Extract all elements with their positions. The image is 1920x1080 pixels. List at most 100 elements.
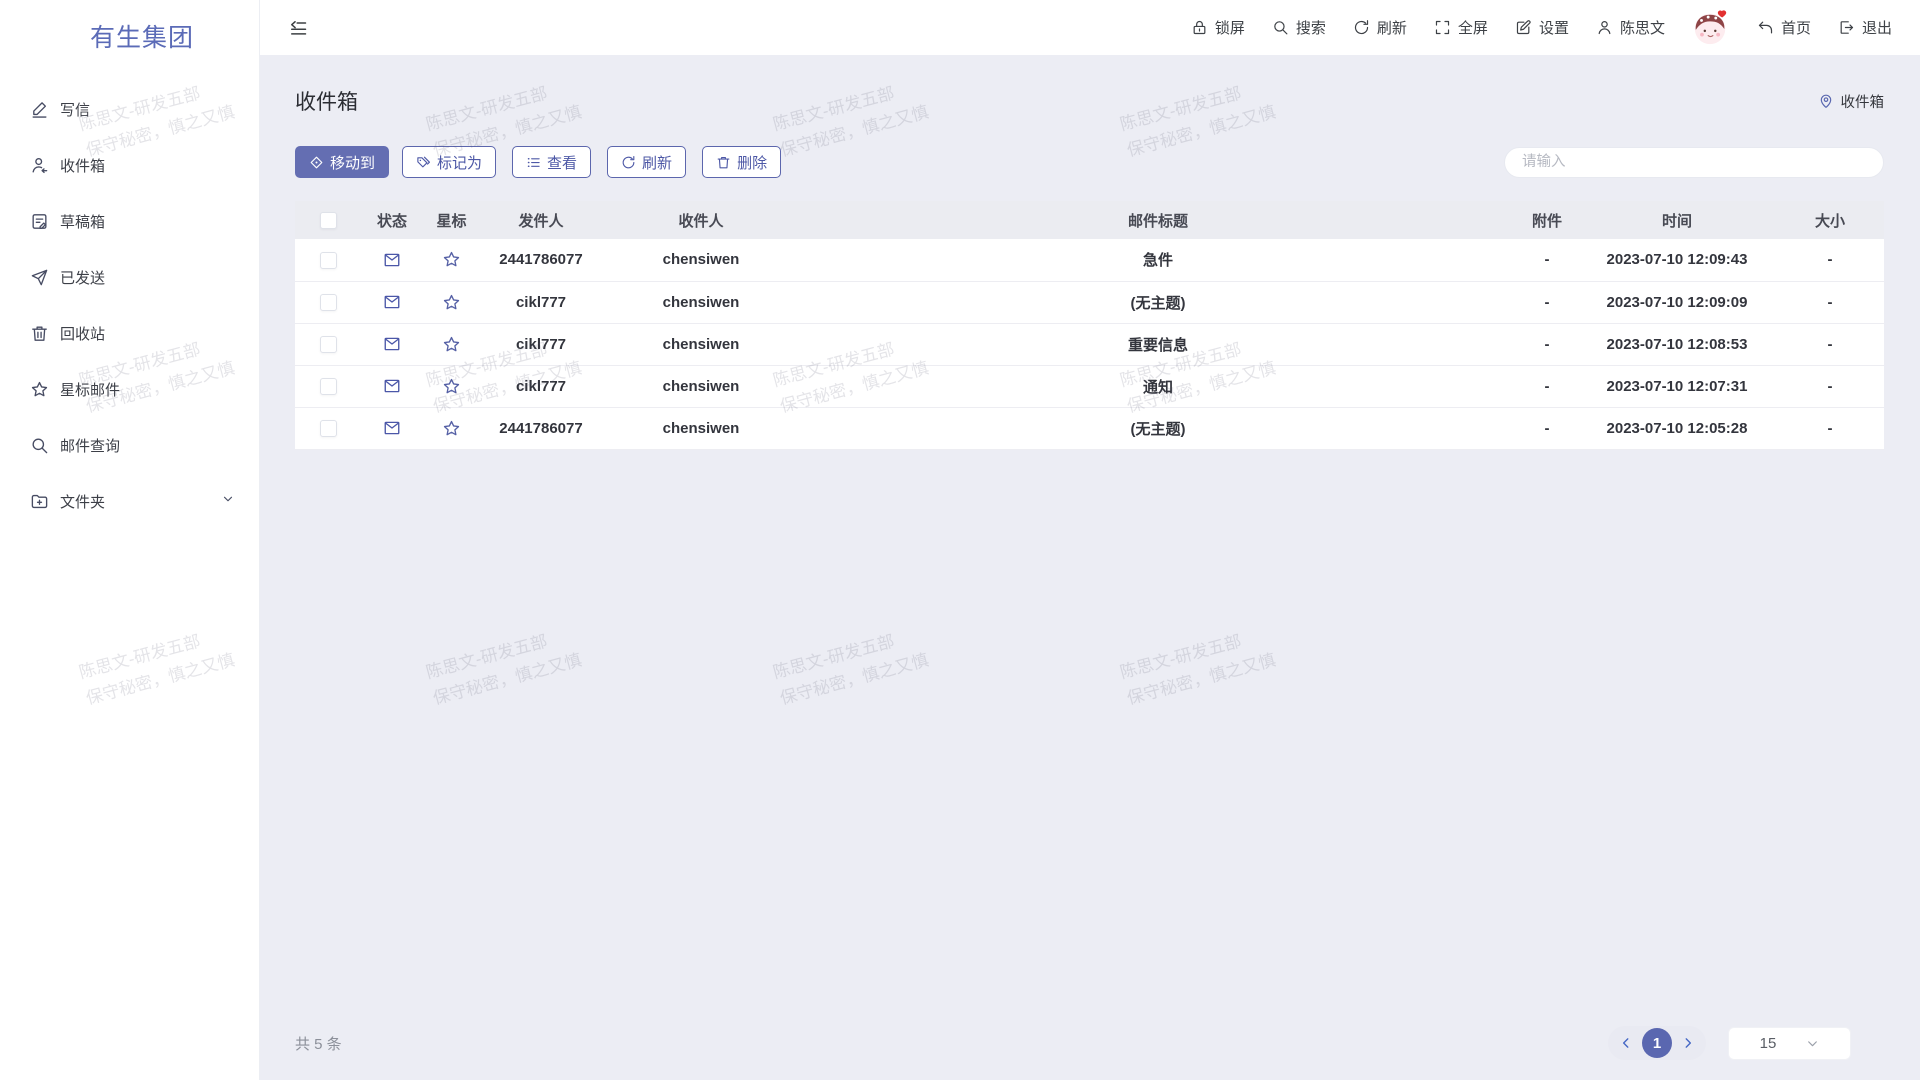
cell-subject[interactable]: (无主题)	[800, 407, 1516, 449]
cell-size: -	[1776, 407, 1884, 449]
row-checkbox[interactable]	[320, 420, 337, 437]
current-user[interactable]: 陈思文	[1596, 17, 1665, 38]
select-all-checkbox[interactable]	[320, 212, 337, 229]
star-icon[interactable]	[442, 335, 461, 354]
page-title: 收件箱	[295, 86, 358, 116]
user-icon	[1596, 19, 1613, 36]
sidebar-item-starred[interactable]: 星标邮件	[0, 361, 259, 417]
file-edit-icon	[30, 212, 49, 231]
sidebar-item-sent[interactable]: 已发送	[0, 249, 259, 305]
sidebar-item-trash[interactable]: 回收站	[0, 305, 259, 361]
cell-subject[interactable]: (无主题)	[800, 281, 1516, 323]
table-row[interactable]: 2441786077 chensiwen 急件 - 2023-07-10 12:…	[295, 239, 1884, 281]
toolbar: 移动到 标记为 查看 刷新 删除	[295, 146, 1884, 178]
logout-icon	[1838, 19, 1855, 36]
avatar-image	[1692, 9, 1730, 47]
column-header-attachment: 附件	[1516, 201, 1578, 239]
logout-button[interactable]: 退出	[1838, 17, 1892, 38]
app-window: 有生集团 写信 收件箱 草稿箱 已发送 回收站	[0, 0, 1920, 1080]
home-button[interactable]: 首页	[1757, 17, 1811, 38]
search-input[interactable]	[1504, 147, 1884, 178]
chevron-left-icon	[1619, 1036, 1633, 1050]
cell-time: 2023-07-10 12:07:31	[1578, 365, 1776, 407]
cell-recipient: chensiwen	[602, 407, 800, 449]
star-icon[interactable]	[442, 250, 461, 269]
cell-recipient: chensiwen	[602, 281, 800, 323]
content-area: 收件箱 收件箱 移动到 标记为 查看	[260, 55, 1920, 1080]
table-header-row: 状态 星标 发件人 收件人 邮件标题 附件 时间 大小	[295, 201, 1884, 239]
next-page-button[interactable]	[1681, 1036, 1695, 1050]
cell-size: -	[1776, 365, 1884, 407]
breadcrumb: 收件箱	[1818, 91, 1885, 112]
page-size-select[interactable]: 15	[1728, 1027, 1851, 1060]
cell-subject[interactable]: 通知	[800, 365, 1516, 407]
sidebar-item-mail-search[interactable]: 邮件查询	[0, 417, 259, 473]
sidebar-item-compose[interactable]: 写信	[0, 81, 259, 137]
view-label: 查看	[547, 152, 577, 173]
cell-attachment: -	[1516, 323, 1578, 365]
cell-attachment: -	[1516, 239, 1578, 281]
page-number-button[interactable]: 1	[1642, 1028, 1672, 1058]
view-button[interactable]: 查看	[512, 146, 591, 178]
edit-square-icon	[1515, 19, 1532, 36]
sidebar: 有生集团 写信 收件箱 草稿箱 已发送 回收站	[0, 0, 260, 1080]
app-logo: 有生集团	[90, 18, 259, 54]
refresh-list-button[interactable]: 刷新	[607, 146, 686, 178]
cell-recipient: chensiwen	[602, 323, 800, 365]
cell-subject[interactable]: 重要信息	[800, 323, 1516, 365]
prev-page-button[interactable]	[1619, 1036, 1633, 1050]
cell-recipient: chensiwen	[602, 239, 800, 281]
star-icon[interactable]	[442, 293, 461, 312]
trash-icon	[716, 155, 731, 170]
table-row[interactable]: 2441786077 chensiwen (无主题) - 2023-07-10 …	[295, 407, 1884, 449]
envelope-icon	[383, 335, 401, 353]
sidebar-item-label: 文件夹	[60, 491, 105, 512]
sidebar-item-label: 草稿箱	[60, 211, 105, 232]
refresh-button[interactable]: 刷新	[1353, 17, 1407, 38]
move-to-button[interactable]: 移动到	[295, 146, 389, 178]
cell-time: 2023-07-10 12:08:53	[1578, 323, 1776, 365]
avatar[interactable]	[1692, 9, 1730, 47]
table-row[interactable]: cikl777 chensiwen (无主题) - 2023-07-10 12:…	[295, 281, 1884, 323]
sidebar-item-inbox[interactable]: 收件箱	[0, 137, 259, 193]
sidebar-item-drafts[interactable]: 草稿箱	[0, 193, 259, 249]
cell-sender: cikl777	[480, 323, 602, 365]
row-checkbox[interactable]	[320, 336, 337, 353]
chevron-right-icon	[1681, 1036, 1695, 1050]
star-icon[interactable]	[442, 419, 461, 438]
search-button[interactable]: 搜索	[1272, 17, 1326, 38]
star-icon[interactable]	[442, 377, 461, 396]
settings-button[interactable]: 设置	[1515, 17, 1569, 38]
sidebar-fold-button[interactable]	[288, 18, 308, 38]
cell-sender: cikl777	[480, 365, 602, 407]
row-checkbox[interactable]	[320, 252, 337, 269]
column-header-time: 时间	[1578, 201, 1776, 239]
search-icon	[30, 436, 49, 455]
chevron-down-icon[interactable]	[221, 492, 235, 510]
column-header-sender: 发件人	[480, 201, 602, 239]
envelope-icon	[383, 293, 401, 311]
topbar-action-label: 全屏	[1458, 17, 1488, 38]
cell-recipient: chensiwen	[602, 365, 800, 407]
topbar-action-label: 搜索	[1296, 17, 1326, 38]
delete-button[interactable]: 删除	[702, 146, 781, 178]
chevron-down-icon	[1806, 1037, 1819, 1050]
cell-size: -	[1776, 281, 1884, 323]
trash-icon	[30, 324, 49, 343]
sidebar-item-folders[interactable]: 文件夹	[0, 473, 259, 529]
cell-subject[interactable]: 急件	[800, 239, 1516, 281]
cell-time: 2023-07-10 12:09:43	[1578, 239, 1776, 281]
topbar-action-label: 刷新	[1377, 17, 1407, 38]
row-checkbox[interactable]	[320, 294, 337, 311]
table-row[interactable]: cikl777 chensiwen 重要信息 - 2023-07-10 12:0…	[295, 323, 1884, 365]
lock-screen-button[interactable]: 锁屏	[1191, 17, 1245, 38]
row-checkbox[interactable]	[320, 378, 337, 395]
delete-label: 删除	[737, 152, 767, 173]
column-header-star: 星标	[423, 201, 480, 239]
mark-as-button[interactable]: 标记为	[402, 146, 496, 178]
table-row[interactable]: cikl777 chensiwen 通知 - 2023-07-10 12:07:…	[295, 365, 1884, 407]
sidebar-item-label: 邮件查询	[60, 435, 120, 456]
fullscreen-button[interactable]: 全屏	[1434, 17, 1488, 38]
location-pin-icon	[1818, 93, 1834, 109]
envelope-icon	[383, 377, 401, 395]
